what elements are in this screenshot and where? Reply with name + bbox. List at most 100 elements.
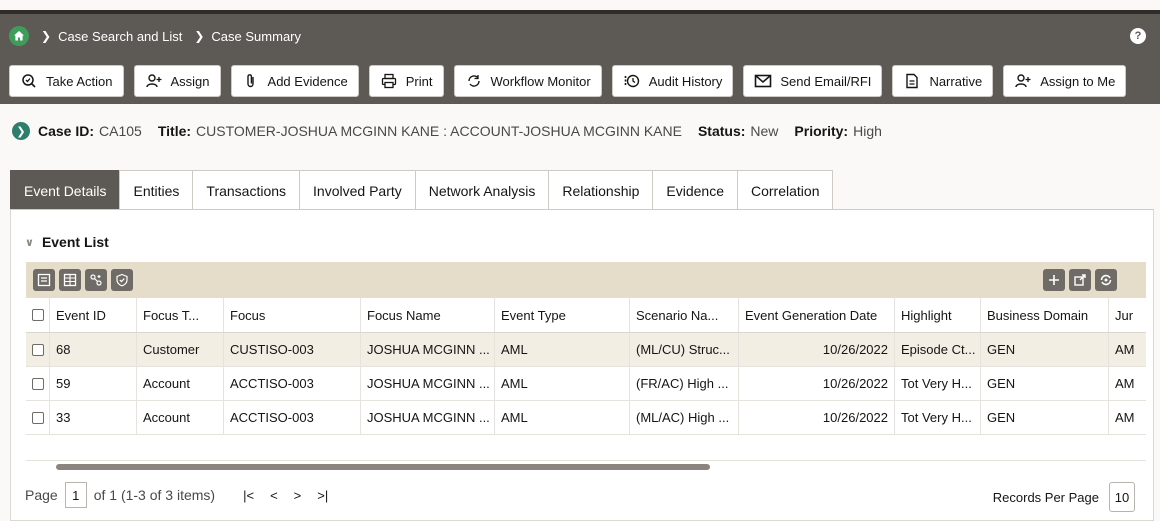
event-list-title: Event List <box>41 234 109 250</box>
case-info: ❯ Case ID: CA105 Title: CUSTOMER-JOSHUA … <box>12 122 898 140</box>
table-row[interactable]: 68 Customer CUSTISO-003 JOSHUA MCGINN ..… <box>26 333 1146 367</box>
column-header-business-domain[interactable]: Business Domain <box>981 298 1109 332</box>
tab-network-analysis[interactable]: Network Analysis <box>414 170 550 210</box>
expand-case-icon[interactable]: ❯ <box>12 122 30 140</box>
cell-business-domain: GEN <box>981 367 1109 400</box>
action-toolbar: Take Action Assign Add Evidence Print Wo… <box>0 58 1160 104</box>
cell-business-domain: GEN <box>981 401 1109 434</box>
add-evidence-button[interactable]: Add Evidence <box>230 65 359 97</box>
column-header-focus-type[interactable]: Focus T... <box>137 298 224 332</box>
tab-involved-party[interactable]: Involved Party <box>299 170 416 210</box>
table-row[interactable]: 33 Account ACCTISO-003 JOSHUA MCGINN ...… <box>26 401 1146 435</box>
cell-highlight: Episode Ct... <box>895 333 981 366</box>
grid-toolbar <box>26 262 1146 298</box>
send-email-label: Send Email/RFI <box>780 73 872 89</box>
take-action-button[interactable]: Take Action <box>9 65 124 97</box>
tab-event-details[interactable]: Event Details <box>10 170 121 210</box>
cell-focus-type: Customer <box>137 333 224 366</box>
case-status-label: Status: <box>697 123 746 139</box>
breadcrumb-item-case-summary[interactable]: ❯ Case Summary <box>194 29 301 44</box>
tab-bar: Event Details Entities Transactions Invo… <box>10 170 834 210</box>
chevron-right-icon: ❯ <box>41 29 52 43</box>
case-priority-label: Priority: <box>794 123 849 139</box>
cell-focus: CUSTISO-003 <box>224 333 361 366</box>
column-header-event-id[interactable]: Event ID <box>50 298 137 332</box>
cell-focus-name: JOSHUA MCGINN ... <box>361 401 495 434</box>
row-checkbox[interactable] <box>26 333 50 366</box>
horizontal-scrollbar[interactable] <box>26 460 1146 470</box>
column-header-jurisdiction[interactable]: Jur <box>1109 298 1146 332</box>
table-row[interactable]: 59 Account ACCTISO-003 JOSHUA MCGINN ...… <box>26 367 1146 401</box>
workflow-monitor-label: Workflow Monitor <box>490 73 591 89</box>
column-header-scenario-name[interactable]: Scenario Na... <box>630 298 739 332</box>
settings-refresh-icon[interactable] <box>1095 269 1117 291</box>
column-header-focus[interactable]: Focus <box>224 298 361 332</box>
last-page-icon[interactable]: >| <box>317 488 328 503</box>
case-id-label: Case ID: <box>38 123 95 139</box>
page-summary: of 1 (1-3 of 3 items) <box>93 487 216 503</box>
cell-highlight: Tot Very H... <box>895 401 981 434</box>
column-header-highlight[interactable]: Highlight <box>895 298 981 332</box>
email-icon <box>754 72 772 90</box>
row-checkbox[interactable] <box>26 401 50 434</box>
page-number-input[interactable]: 1 <box>64 482 87 508</box>
workflow-icon <box>465 72 483 90</box>
first-page-icon[interactable]: |< <box>243 488 254 503</box>
table-view-icon[interactable] <box>59 269 81 291</box>
cell-scenario-name: (ML/CU) Struc... <box>630 333 739 366</box>
assign-label: Assign <box>170 73 210 89</box>
take-action-label: Take Action <box>46 73 113 89</box>
breadcrumb-label: Case Summary <box>211 28 301 44</box>
pagination: Page 1 of 1 (1-3 of 3 items) |< < > >| <box>25 482 328 508</box>
tab-evidence[interactable]: Evidence <box>652 170 738 210</box>
breadcrumb-item-case-search[interactable]: ❯ Case Search and List <box>41 29 182 44</box>
audit-history-button[interactable]: Audit History <box>611 65 734 97</box>
chevron-right-icon: ❯ <box>194 29 205 43</box>
column-header-event-generation-date[interactable]: Event Generation Date <box>739 298 895 332</box>
export-icon[interactable] <box>1069 269 1091 291</box>
add-evidence-label: Add Evidence <box>267 73 348 89</box>
column-header-focus-name[interactable]: Focus Name <box>361 298 495 332</box>
tab-correlation[interactable]: Correlation <box>737 170 834 210</box>
history-icon <box>623 72 641 90</box>
row-checkbox[interactable] <box>26 367 50 400</box>
add-icon[interactable] <box>1043 269 1065 291</box>
assign-to-me-button[interactable]: Assign to Me <box>1003 65 1127 97</box>
print-label: Print <box>405 73 433 89</box>
cell-event-id: 33 <box>50 401 137 434</box>
send-email-button[interactable]: Send Email/RFI <box>743 65 883 97</box>
cell-focus: ACCTISO-003 <box>224 367 361 400</box>
paperclip-icon <box>242 72 260 90</box>
records-per-page-select[interactable]: 10 <box>1109 482 1135 512</box>
case-id-value: CA105 <box>99 123 142 139</box>
cell-event-type: AML <box>495 367 630 400</box>
assign-button[interactable]: Assign <box>133 65 221 97</box>
narrative-button[interactable]: Narrative <box>892 65 994 97</box>
tab-relationship[interactable]: Relationship <box>548 170 654 210</box>
shield-check-icon[interactable] <box>111 269 133 291</box>
view-details-icon[interactable] <box>33 269 55 291</box>
cell-event-id: 59 <box>50 367 137 400</box>
records-per-page: Records Per Page 10 <box>993 482 1135 512</box>
cell-scenario-name: (ML/AC) High ... <box>630 401 739 434</box>
cell-focus-name: JOSHUA MCGINN ... <box>361 333 495 366</box>
print-button[interactable]: Print <box>368 65 444 97</box>
event-grid: Event ID Focus T... Focus Focus Name Eve… <box>26 298 1146 448</box>
cell-focus-name: JOSHUA MCGINN ... <box>361 367 495 400</box>
next-page-icon[interactable]: > <box>294 488 302 503</box>
column-header-event-type[interactable]: Event Type <box>495 298 630 332</box>
tab-entities[interactable]: Entities <box>119 170 194 210</box>
tab-transactions[interactable]: Transactions <box>192 170 301 210</box>
help-icon[interactable]: ? <box>1130 28 1146 44</box>
correlate-icon[interactable] <box>85 269 107 291</box>
home-icon[interactable] <box>9 26 29 46</box>
workflow-monitor-button[interactable]: Workflow Monitor <box>453 65 602 97</box>
cell-event-type: AML <box>495 401 630 434</box>
chevron-down-icon: ∨ <box>25 236 34 249</box>
select-all-checkbox[interactable] <box>26 298 50 332</box>
case-title-label: Title: <box>157 123 192 139</box>
previous-page-icon[interactable]: < <box>270 488 278 503</box>
event-list-header[interactable]: ∨ Event List <box>25 234 109 250</box>
scrollbar-thumb[interactable] <box>56 464 710 470</box>
breadcrumb-bar: ❯ Case Search and List ❯ Case Summary ? <box>0 10 1160 58</box>
